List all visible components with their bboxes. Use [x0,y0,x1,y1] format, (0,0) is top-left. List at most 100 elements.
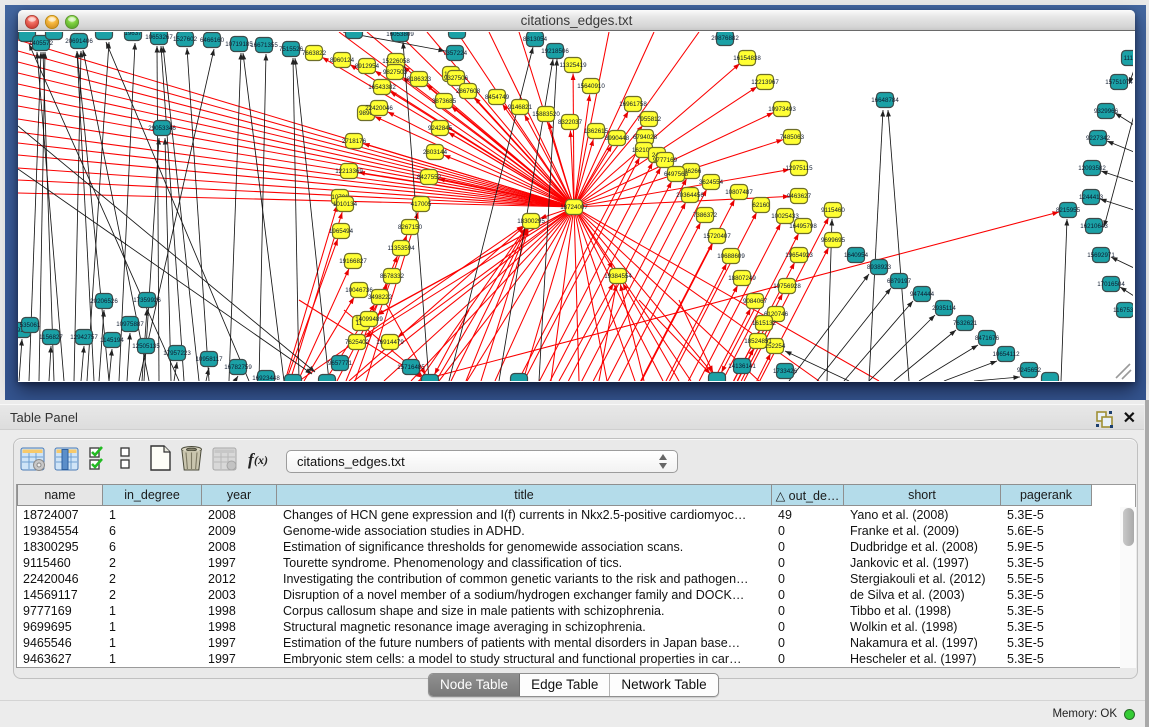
svg-text:20206526: 20206526 [90,298,118,305]
svg-text:8471676: 8471676 [975,335,1000,342]
svg-text:10975887: 10975887 [116,321,144,328]
svg-text:15640910: 15640910 [577,83,605,90]
svg-text:8267150: 8267150 [398,224,423,231]
svg-text:19166827: 19166827 [339,258,367,265]
svg-text:1010134: 1010134 [333,201,358,208]
svg-text:12505135: 12505135 [132,343,160,350]
svg-text:9146821: 9146821 [508,104,533,111]
svg-text:10973493: 10973493 [768,106,796,113]
svg-text:9115460: 9115460 [821,207,845,214]
svg-text:6466160: 6466160 [200,37,225,44]
svg-text:15692971: 15692971 [1087,252,1115,259]
svg-text:1362615: 1362615 [584,128,609,135]
svg-text:16914479: 16914479 [376,339,404,346]
svg-text:15716485: 15716485 [397,364,425,371]
svg-text:19637: 19637 [124,32,142,37]
svg-text:9245652: 9245652 [1017,367,1042,374]
svg-text:20691406: 20691406 [65,38,93,45]
svg-text:3873685: 3873685 [432,98,457,105]
svg-text:18524851: 18524851 [744,338,772,345]
svg-text:16053809: 16053809 [386,32,414,38]
svg-text:1167534: 1167534 [1113,307,1133,314]
svg-text:(x): (x) [254,453,268,467]
svg-text:15883520: 15883520 [532,111,560,118]
svg-text:8813054: 8813054 [523,36,548,43]
svg-text:12942757: 12942757 [70,334,98,341]
svg-text:16961758: 16961758 [619,101,647,108]
svg-text:7485063: 7485063 [780,134,805,141]
svg-text:19654923: 19654923 [785,252,813,259]
svg-text:8454749: 8454749 [485,94,510,101]
svg-text:2803144: 2803144 [423,149,448,156]
svg-text:12213369: 12213369 [335,168,363,175]
svg-text:16782759: 16782759 [224,364,252,371]
svg-text:7632621: 7632621 [953,320,978,327]
svg-text:16210643: 16210643 [1080,223,1108,230]
svg-text:19384554: 19384554 [604,273,632,280]
svg-text:10958117: 10958117 [195,356,223,363]
svg-text:19756928: 19756928 [773,283,801,290]
svg-text:7386372: 7386372 [693,212,718,219]
svg-text:1965494: 1965494 [329,228,354,235]
svg-text:7625402: 7625402 [345,339,370,346]
svg-text:535061: 535061 [20,322,41,329]
svg-text:6497568: 6497568 [664,171,689,178]
svg-text:29053346: 29053346 [148,125,176,132]
svg-text:10807487: 10807487 [725,189,753,196]
svg-text:14099489: 14099489 [355,316,383,323]
svg-text:9657771: 9657771 [328,360,353,367]
svg-text:1733426: 1733426 [773,368,798,375]
svg-text:18807249: 18807249 [728,275,756,282]
svg-text:10654112: 10654112 [992,351,1020,358]
svg-text:9084067: 9084067 [743,298,768,305]
svg-text:10688609: 10688609 [717,253,745,260]
svg-text:10025433: 10025433 [771,213,799,220]
svg-text:10719185: 10719185 [225,41,253,48]
svg-text:11353594: 11353594 [387,245,415,252]
svg-text:8215955: 8215955 [1056,207,1081,214]
svg-text:8186323: 8186323 [407,76,432,83]
svg-text:9242845: 9242845 [428,125,453,132]
svg-text:9777169: 9777169 [653,157,678,164]
svg-text:3498222: 3498222 [368,294,393,301]
svg-text:16923448: 16923448 [252,375,280,381]
svg-text:8912954: 8912954 [355,63,380,70]
svg-text:16543382: 16543382 [368,84,396,91]
svg-text:11325419: 11325419 [559,62,587,69]
svg-text:16495798: 16495798 [789,223,817,230]
svg-text:8322037: 8322037 [558,119,583,126]
svg-text:6794028: 6794028 [633,134,658,141]
svg-text:18724007: 18724007 [560,204,588,211]
svg-text:1244413: 1244413 [1079,194,1104,201]
svg-text:2935114: 2935114 [932,305,956,312]
svg-text:17016504: 17016504 [1097,281,1125,288]
svg-text:22420046: 22420046 [365,105,393,112]
svg-text:8938923: 8938923 [867,264,892,271]
svg-text:2867608: 2867608 [456,88,481,95]
svg-text:1615132: 1615132 [752,320,777,327]
svg-text:62160: 62160 [752,202,770,209]
svg-text:16154838: 16154838 [733,55,761,62]
svg-text:7515526: 7515526 [279,46,304,53]
svg-text:14136141: 14136141 [728,363,756,370]
svg-text:20364456: 20364456 [676,192,704,199]
svg-text:17359926: 17359926 [133,297,161,304]
svg-text:19218506: 19218506 [541,48,569,55]
svg-text:16648784: 16648784 [871,97,899,104]
svg-text:15720407: 15720407 [703,233,731,240]
svg-text:6879197: 6879197 [887,278,912,285]
svg-text:8427552: 8427552 [417,174,442,181]
svg-text:2718176: 2718176 [342,138,367,145]
svg-text:18300295: 18300295 [517,218,545,225]
svg-text:1405572: 1405572 [29,40,54,47]
svg-text:9699695: 9699695 [821,237,846,244]
svg-text:15751074: 15751074 [1105,79,1133,86]
svg-text:9329966: 9329966 [1094,108,1119,115]
svg-text:1156827: 1156827 [39,334,63,341]
svg-text:1527602: 1527602 [173,36,198,43]
svg-text:10653267: 10653267 [145,34,173,41]
svg-text:20876882: 20876882 [711,35,739,42]
svg-text:10046736: 10046736 [345,287,373,294]
svg-text:3624554: 3624554 [699,179,724,186]
svg-text:9227342: 9227342 [1086,135,1111,142]
